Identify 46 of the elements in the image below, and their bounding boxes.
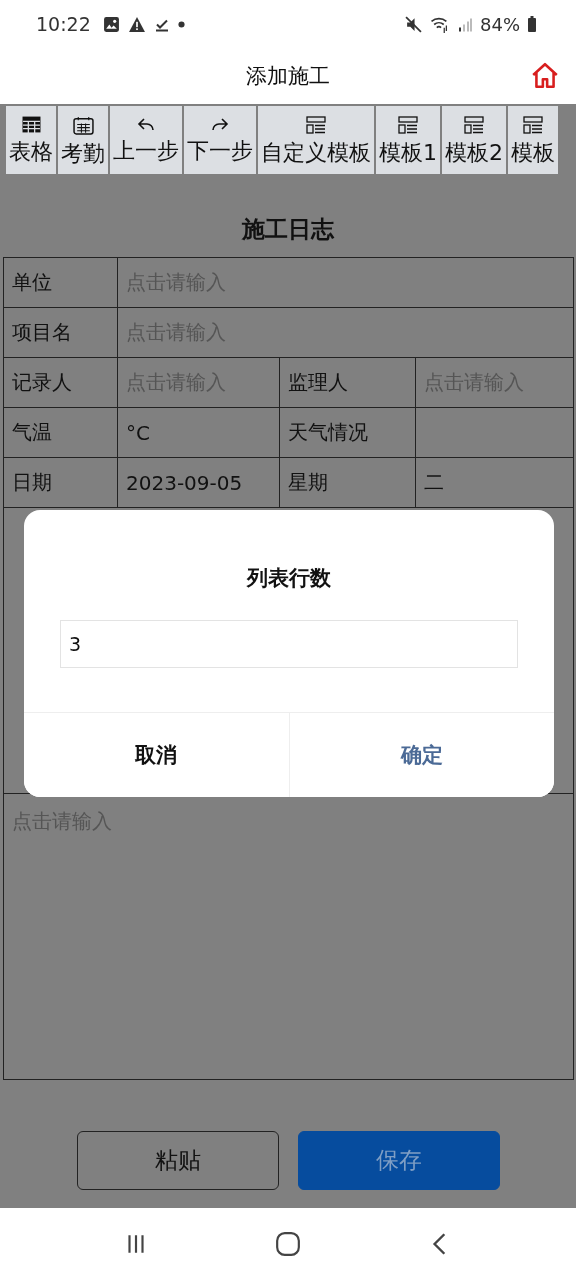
table-icon bbox=[21, 116, 41, 133]
toolbar-button[interactable]: 模板1 bbox=[376, 106, 440, 174]
battery-percent: 84% bbox=[480, 13, 520, 35]
home-button-icon[interactable] bbox=[275, 1231, 301, 1257]
input-field[interactable]: 2023-09-05 bbox=[118, 458, 280, 508]
field-label: 天气情况 bbox=[280, 408, 416, 458]
field-label: 日期 bbox=[4, 458, 118, 508]
input-field[interactable] bbox=[416, 408, 574, 458]
toolbar-button[interactable]: 上一步 bbox=[110, 106, 182, 174]
undo-icon bbox=[137, 116, 155, 132]
confirm-button[interactable]: 确定 bbox=[288, 713, 554, 797]
layout-icon bbox=[523, 116, 543, 134]
field-label: 星期 bbox=[280, 458, 416, 508]
layout-icon bbox=[306, 116, 326, 134]
redo-icon bbox=[211, 116, 229, 132]
paste-button[interactable]: 粘贴 bbox=[76, 1131, 279, 1190]
layout-icon bbox=[464, 116, 484, 134]
battery-icon bbox=[528, 16, 536, 32]
toolbar-button[interactable]: 表格 bbox=[6, 106, 56, 174]
page-title: 添加施工 bbox=[246, 63, 330, 90]
save-button[interactable]: 保存 bbox=[297, 1131, 500, 1190]
signal-icon bbox=[458, 16, 472, 32]
home-icon[interactable] bbox=[530, 61, 560, 91]
input-field[interactable]: 二 bbox=[416, 458, 574, 508]
field-label: 监理人 bbox=[280, 358, 416, 408]
form-title: 施工日志 bbox=[240, 215, 336, 244]
input-field[interactable]: 3 bbox=[60, 620, 518, 668]
warning-icon bbox=[127, 15, 146, 33]
mute-icon bbox=[405, 15, 422, 33]
field-label: 单位 bbox=[4, 258, 118, 308]
wifi-icon bbox=[430, 15, 450, 33]
field-label: 记录人 bbox=[4, 358, 118, 408]
field-label: 气温 bbox=[4, 408, 118, 458]
toolbar-button[interactable]: 模板 bbox=[508, 106, 558, 174]
calendar-icon bbox=[72, 116, 94, 135]
layout-icon bbox=[398, 116, 418, 134]
status-time: 10:22 bbox=[36, 13, 91, 35]
toolbar-button[interactable]: 考勤 bbox=[58, 106, 108, 174]
toolbar-button[interactable]: 下一步 bbox=[184, 106, 256, 174]
toolbar-button[interactable]: 模板2 bbox=[442, 106, 506, 174]
field-label: 项目名 bbox=[4, 308, 118, 358]
image-icon bbox=[102, 15, 120, 33]
dot-icon bbox=[177, 20, 185, 28]
toolbar-button[interactable]: 自定义模板 bbox=[258, 106, 374, 174]
input-field[interactable]: °C bbox=[118, 408, 280, 458]
dialog-title: 列表行数 bbox=[245, 565, 332, 592]
